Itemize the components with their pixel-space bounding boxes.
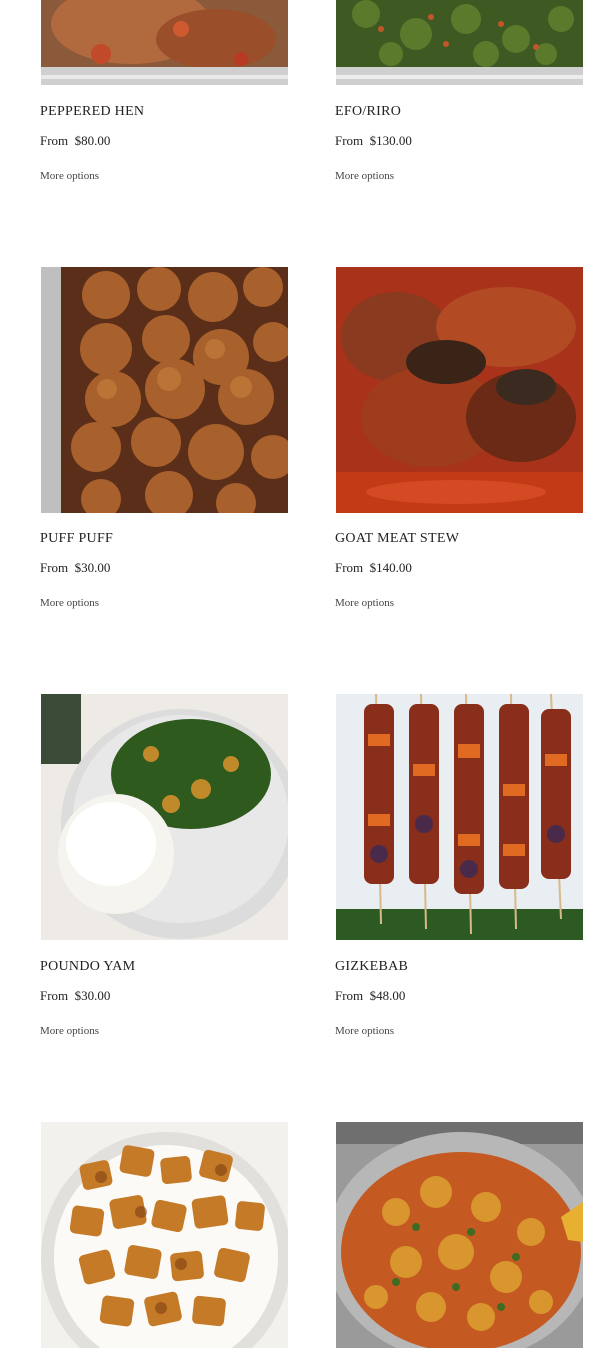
poundo-yam-photo xyxy=(41,694,288,940)
price-value: $30.00 xyxy=(74,988,111,1003)
price-prefix: From xyxy=(335,988,364,1003)
product-price: From $80.00 xyxy=(40,133,110,149)
product-title[interactable]: EFO/RIRO xyxy=(335,104,401,120)
price-value: $30.00 xyxy=(74,560,111,575)
product-image[interactable] xyxy=(41,1122,288,1348)
price-prefix: From xyxy=(335,133,364,148)
product-image[interactable] xyxy=(336,0,583,85)
price-value: $130.00 xyxy=(369,133,412,148)
price-prefix: From xyxy=(40,560,69,575)
product-title[interactable]: PUFF PUFF xyxy=(40,531,113,547)
price-prefix: From xyxy=(40,133,69,148)
product-image[interactable] xyxy=(41,267,288,513)
product-price: From $30.00 xyxy=(40,988,110,1004)
price-value: $140.00 xyxy=(369,560,412,575)
more-options-link[interactable]: More options xyxy=(40,597,99,609)
product-image[interactable] xyxy=(336,694,583,940)
product-price: From $48.00 xyxy=(335,988,405,1004)
fried-plantain-photo xyxy=(41,1122,288,1348)
gizkebab-photo xyxy=(336,694,583,940)
product-image[interactable] xyxy=(336,1122,583,1348)
price-value: $80.00 xyxy=(74,133,111,148)
product-image[interactable] xyxy=(41,0,288,85)
product-image[interactable] xyxy=(336,267,583,513)
product-grid: PEPPERED HEN From $80.00 More options EF… xyxy=(0,0,605,1348)
product-price: From $140.00 xyxy=(335,560,412,576)
puff-puff-photo xyxy=(41,267,288,513)
efo-riro-photo xyxy=(336,0,583,85)
peppered-hen-photo xyxy=(41,0,288,85)
product-title[interactable]: GIZKEBAB xyxy=(335,959,408,975)
more-options-link[interactable]: More options xyxy=(335,1025,394,1037)
product-title[interactable]: GOAT MEAT STEW xyxy=(335,531,459,547)
goat-meat-stew-photo xyxy=(336,267,583,513)
egusi-soup-photo xyxy=(336,1122,583,1348)
product-title[interactable]: POUNDO YAM xyxy=(40,959,135,975)
more-options-link[interactable]: More options xyxy=(335,170,394,182)
price-prefix: From xyxy=(335,560,364,575)
product-image[interactable] xyxy=(41,694,288,940)
more-options-link[interactable]: More options xyxy=(40,1025,99,1037)
more-options-link[interactable]: More options xyxy=(40,170,99,182)
price-prefix: From xyxy=(40,988,69,1003)
product-price: From $30.00 xyxy=(40,560,110,576)
product-price: From $130.00 xyxy=(335,133,412,149)
more-options-link[interactable]: More options xyxy=(335,597,394,609)
price-value: $48.00 xyxy=(369,988,406,1003)
product-title[interactable]: PEPPERED HEN xyxy=(40,104,144,120)
